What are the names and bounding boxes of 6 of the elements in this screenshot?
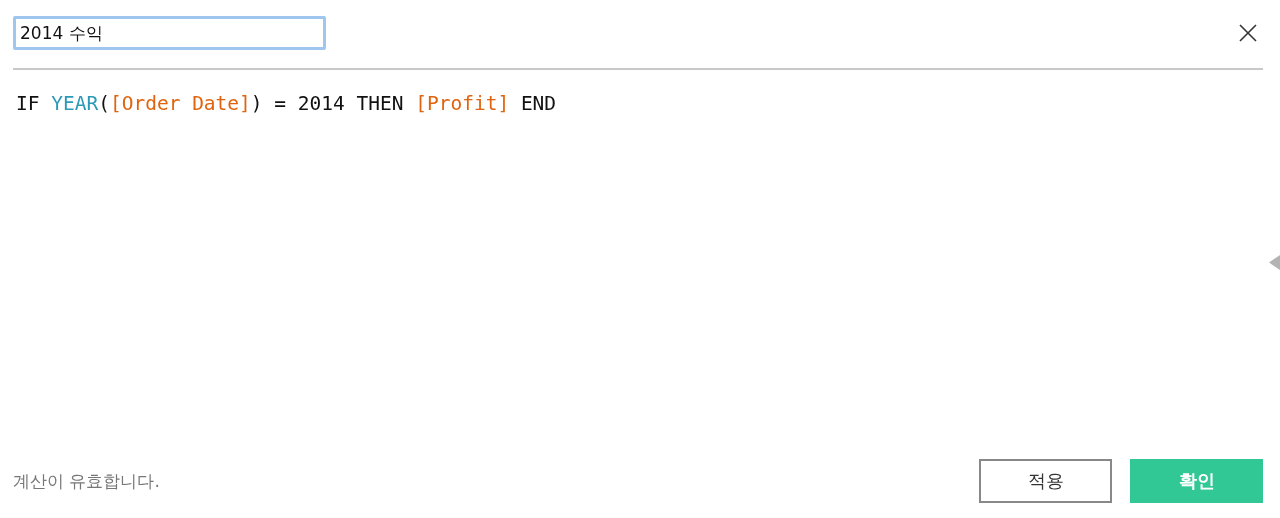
formula-text[interactable]: IF YEAR([Order Date]) = 2014 THEN [Profit] END	[13, 92, 557, 115]
close-button[interactable]	[1237, 22, 1259, 44]
status-text: 계산이 유효합니다.	[13, 469, 161, 493]
apply-button[interactable]: 적용	[979, 459, 1112, 503]
close-icon	[1237, 22, 1259, 44]
name-field[interactable]: 2014 수익	[13, 16, 326, 50]
